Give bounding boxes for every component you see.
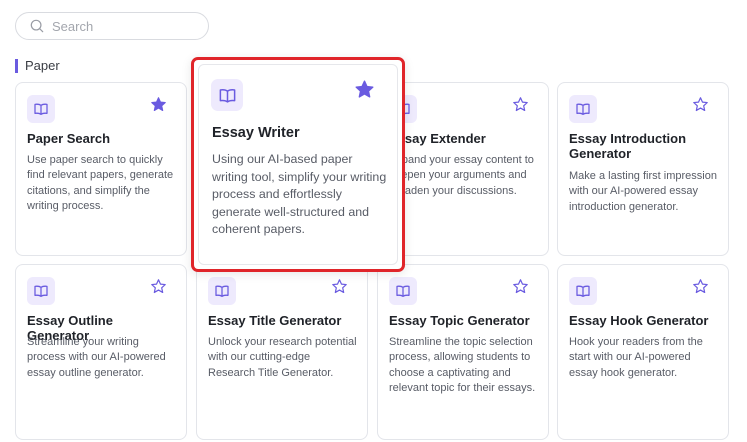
star-outline-icon[interactable]	[692, 96, 709, 113]
tool-card-essay-hook-generator[interactable]: Essay Hook Generator Hook your readers f…	[557, 264, 729, 440]
card-title: Essay Topic Generator	[389, 313, 530, 328]
star-filled-icon[interactable]	[354, 79, 375, 100]
book-icon	[569, 277, 597, 305]
card-description: Unlock your research potential with our …	[208, 336, 357, 379]
tool-card-essay-title-generator[interactable]: Essay Title Generator Unlock your resear…	[196, 264, 368, 440]
card-inner: Essay Writer Using our AI-based paper wr…	[198, 64, 398, 265]
card-description: Streamline the topic selection process, …	[389, 336, 536, 394]
star-filled-icon[interactable]	[150, 96, 167, 113]
tool-card-essay-outline-generator[interactable]: Essay Outline Generator Streamline your …	[15, 264, 187, 440]
search-icon	[30, 19, 44, 33]
book-icon	[27, 95, 55, 123]
tool-card-essay-writer-highlighted[interactable]: Essay Writer Using our AI-based paper wr…	[191, 57, 405, 272]
card-title: Essay Introduction Generator	[569, 131, 687, 161]
book-icon	[389, 277, 417, 305]
section-title: Paper	[15, 59, 60, 73]
search-input[interactable]	[52, 18, 202, 34]
book-icon	[27, 277, 55, 305]
book-icon	[211, 79, 243, 111]
card-description: Using our AI-based paper writing tool, s…	[212, 152, 387, 237]
star-outline-icon[interactable]	[331, 278, 348, 295]
tool-card-essay-topic-generator[interactable]: Essay Topic Generator Streamline the top…	[377, 264, 549, 440]
star-outline-icon[interactable]	[512, 96, 529, 113]
book-icon	[208, 277, 236, 305]
card-title: Essay Extender	[389, 131, 486, 146]
star-outline-icon[interactable]	[512, 278, 529, 295]
card-description: Use paper search to quickly find relevan…	[27, 154, 174, 212]
tool-card-paper-search[interactable]: Paper Search Use paper search to quickly…	[15, 82, 187, 256]
star-outline-icon[interactable]	[692, 278, 709, 295]
card-description: Streamline your writing process with our…	[27, 336, 166, 379]
tool-card-essay-introduction-generator[interactable]: Essay Introduction Generator Make a last…	[557, 82, 729, 256]
card-title: Essay Hook Generator	[569, 313, 709, 328]
search-bar[interactable]	[15, 12, 209, 40]
book-icon	[569, 95, 597, 123]
card-description: Hook your readers from the start with ou…	[569, 336, 703, 379]
card-title: Paper Search	[27, 131, 111, 146]
card-description: Expand your essay content to deepen your…	[389, 154, 534, 197]
card-description: Make a lasting first impression with our…	[569, 170, 717, 213]
card-title: Essay Title Generator	[208, 313, 342, 328]
card-title: Essay Writer	[212, 125, 300, 141]
star-outline-icon[interactable]	[150, 278, 167, 295]
